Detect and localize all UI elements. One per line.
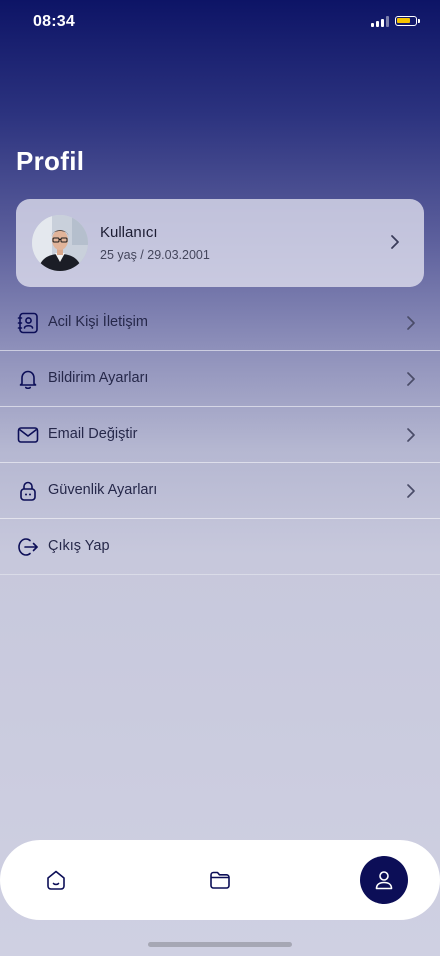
battery-icon — [395, 16, 417, 26]
status-bar: 08:34 — [0, 0, 440, 44]
menu-label-notification-settings: Bildirim Ayarları — [48, 370, 149, 386]
menu-label-logout: Çıkış Yap — [48, 538, 110, 554]
menu-item-logout[interactable]: Çıkış Yap — [0, 519, 440, 575]
menu-label-emergency-contact: Acil Kişi İletişim — [48, 314, 148, 330]
menu-label-change-email: Email Değiştir — [48, 426, 138, 442]
nav-folder-button[interactable] — [196, 856, 244, 904]
mail-icon — [17, 427, 39, 443]
chevron-right-icon — [407, 372, 415, 386]
nav-home-button[interactable] — [32, 856, 80, 904]
profile-details: 25 yaş / 29.03.2001 — [100, 248, 210, 262]
home-indicator — [148, 942, 292, 947]
profile-name: Kullanıcı — [100, 224, 158, 241]
menu-item-change-email[interactable]: Email Değiştir — [0, 407, 440, 463]
chevron-right-icon — [407, 316, 415, 330]
contact-book-icon — [17, 312, 38, 334]
profile-card[interactable]: Kullanıcı 25 yaş / 29.03.2001 — [16, 199, 424, 287]
status-time: 08:34 — [33, 13, 75, 30]
bottom-nav — [0, 840, 440, 920]
folder-icon — [210, 871, 230, 889]
battery-tip — [418, 19, 420, 23]
chevron-right-icon — [391, 235, 399, 249]
settings-menu: Acil Kişi İletişim Bildirim Ayarları Ema… — [0, 295, 440, 575]
user-icon — [375, 871, 393, 890]
chevron-right-icon — [407, 428, 415, 442]
nav-profile-button[interactable] — [360, 856, 408, 904]
menu-item-emergency-contact[interactable]: Acil Kişi İletişim — [0, 295, 440, 351]
page-title: Profil — [16, 146, 85, 176]
avatar — [32, 215, 88, 271]
menu-item-security-settings[interactable]: Güvenlik Ayarları — [0, 463, 440, 519]
home-icon — [47, 870, 65, 890]
lock-icon — [20, 481, 36, 501]
chevron-right-icon — [407, 484, 415, 498]
bell-icon — [19, 370, 37, 390]
logout-icon — [18, 538, 38, 556]
signal-icon — [371, 16, 389, 27]
menu-item-notification-settings[interactable]: Bildirim Ayarları — [0, 351, 440, 407]
menu-label-security-settings: Güvenlik Ayarları — [48, 482, 158, 498]
